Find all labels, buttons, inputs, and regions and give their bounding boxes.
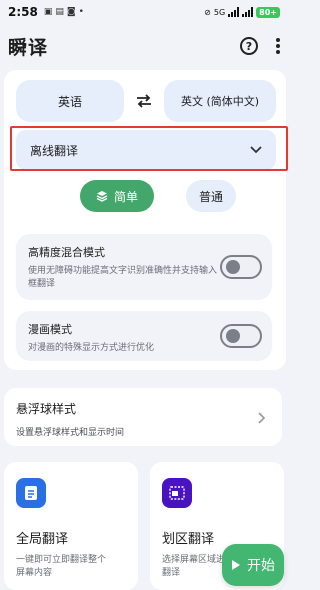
comic-mode-toggle[interactable] [220,324,262,348]
status-right: ⊘ 5G 80+ [204,6,280,18]
option-description: 使用无障碍功能提高文字识别准确性并支持输入框翻译 [28,266,218,289]
dot-icon: • [78,7,84,17]
play-icon [232,560,240,570]
target-language-button[interactable]: 英文 (简体中文) [164,80,276,122]
status-time: 2:58 [8,5,38,19]
source-language-button[interactable]: 英语 [16,80,124,122]
translation-mode-value: 离线翻译 [30,143,79,158]
battery-badge: 80+ [256,6,280,18]
app-title: 瞬译 [8,36,49,59]
more-menu-icon[interactable] [276,38,280,54]
hybrid-mode-toggle[interactable] [220,255,262,279]
segment-simple[interactable]: 简单 [80,180,154,212]
option-hybrid-mode: 高精度混合模式 使用无障碍功能提高文字识别准确性并支持输入框翻译 [16,234,272,300]
bag-icon: ▣ [43,7,53,17]
float-ball-style-row[interactable]: 悬浮球样式 设置悬浮球样式和显示时间 [4,388,282,446]
layers-icon [96,191,108,202]
option-comic-mode: 漫画模式 对漫画的特殊显示方式进行优化 [16,311,272,361]
region-select-icon [162,478,192,508]
chevron-down-icon [250,146,262,154]
float-ball-title: 悬浮球样式 [16,402,77,416]
segment-normal[interactable]: 普通 [186,180,236,212]
status-bar: 2:58 ▣ ▤ ◙ • ⊘ 5G 80+ [0,0,288,24]
signal-icon [228,7,240,17]
option-description: 对漫画的特殊显示方式进行优化 [28,343,155,353]
app-header: 瞬译 ? [0,28,288,64]
signal-icon-2 [242,7,254,17]
swap-languages-icon[interactable] [136,94,152,108]
document-icon [16,478,46,508]
float-ball-description: 设置悬浮球样式和显示时间 [16,428,125,438]
chevron-right-icon [258,412,266,424]
header-actions: ? [240,37,280,55]
translation-settings-card: 英语 英文 (简体中文) 离线翻译 简单 普通 高精度混合模式 使用无障碍功能提… [4,70,286,370]
network-label: 5G [213,7,226,17]
segment-simple-label: 简单 [113,189,138,204]
silent-icon: ⊘ [204,7,211,17]
start-label: 开始 [247,558,275,574]
doc-icon: ▤ [55,7,64,17]
help-icon[interactable]: ? [240,37,258,55]
global-translate-description: 一键即可立即翻译整个屏幕内容 [16,555,107,578]
notification-icons: ▣ ▤ ◙ • [44,7,84,17]
chat-icon: ◙ [66,7,76,17]
global-translate-card[interactable]: 全局翻译 一键即可立即翻译整个屏幕内容 [4,462,138,590]
global-translate-title: 全局翻译 [16,532,69,547]
start-button[interactable]: 开始 [222,544,284,586]
translation-mode-select[interactable]: 离线翻译 [16,130,276,170]
